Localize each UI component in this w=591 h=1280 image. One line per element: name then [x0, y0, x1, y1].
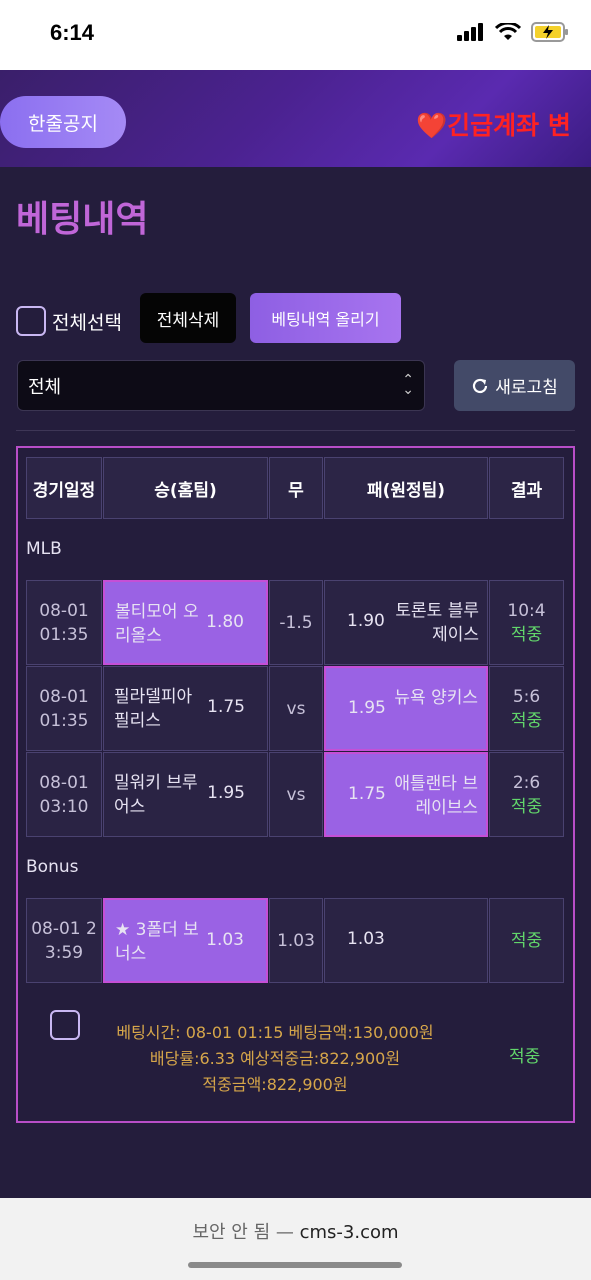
url-display[interactable]: 보안 안 됨 — cms-3.com — [0, 1218, 591, 1244]
domain-label: cms-3.com — [299, 1222, 399, 1243]
score: 2:6 — [512, 772, 541, 793]
away-odds: 1.75 — [348, 784, 386, 804]
summary-result: 적중 — [509, 1047, 541, 1067]
away-pick-cell[interactable]: 1.90 토론토 블루제이스 — [324, 580, 488, 665]
match-date: 08-01 — [39, 686, 89, 707]
status-bar: 6:14 — [0, 0, 591, 70]
away-team: 뉴욕 양키스 — [394, 688, 478, 708]
status-time: 6:14 — [50, 20, 95, 45]
home-odds: 1.95 — [207, 783, 245, 803]
match-datetime: 08-01 01:35 — [26, 666, 102, 751]
bonus-label: ★ 3폴더 보너스 — [115, 920, 199, 964]
header-schedule: 경기일정 — [26, 457, 102, 519]
away-pick-cell[interactable]: 1.75 애틀랜타 브레이브스 — [324, 752, 488, 837]
result-cell: 5:6 적중 — [489, 666, 564, 751]
draw-cell[interactable]: 1.03 — [269, 898, 323, 983]
delete-all-button[interactable]: 전체삭제 — [140, 293, 236, 343]
home-odds: 1.75 — [207, 697, 245, 717]
home-team: 필라델피아 필리스 — [114, 687, 193, 731]
notice-marquee-text: 긴급계좌 변 — [447, 111, 571, 140]
select-all-label: 전체선택 — [52, 311, 122, 334]
divider — [16, 430, 575, 431]
home-team: 볼티모어 오리올스 — [115, 602, 199, 646]
away-odds: 1.95 — [348, 698, 386, 718]
summary-line-3: 적중금액:822,900원 — [202, 1075, 348, 1094]
match-datetime: 08-01 2 3:59 — [26, 898, 102, 983]
away-team: 토론토 블루제이스 — [395, 601, 479, 645]
match-date: 08-01 — [39, 600, 89, 621]
match-datetime: 08-01 03:10 — [26, 752, 102, 837]
refresh-label: 새로고침 — [495, 378, 558, 398]
select-all-checkbox[interactable]: 전체선택 — [16, 306, 122, 336]
summary-line-2: 배당률:6.33 예상적중금:822,900원 — [149, 1049, 401, 1068]
away-team: 애틀랜타 브레이브스 — [394, 774, 478, 818]
home-indicator[interactable] — [188, 1262, 402, 1268]
match-time: 01:35 — [39, 710, 89, 731]
notice-button[interactable]: 한줄공지 — [0, 96, 126, 148]
checkbox-icon[interactable] — [16, 306, 46, 336]
result-cell: 2:6 적중 — [489, 752, 564, 837]
heart-icon: ❤️ — [416, 111, 448, 140]
refresh-button[interactable]: 새로고침 — [454, 360, 575, 411]
browser-url-bar[interactable]: 보안 안 됨 — cms-3.com — [0, 1198, 591, 1280]
score: 10:4 — [507, 600, 546, 621]
signal-icon — [457, 23, 483, 41]
upload-bets-button[interactable]: 베팅내역 올리기 — [250, 293, 401, 343]
insecure-label: 보안 안 됨 — — [192, 1222, 294, 1243]
section-label-bonus: Bonus — [26, 857, 79, 877]
draw-cell[interactable]: vs — [269, 666, 323, 751]
header-home: 승(홈팀) — [103, 457, 268, 519]
match-date: 08-01 — [39, 772, 89, 793]
result-cell: 적중 — [489, 898, 564, 983]
match-time: 03:10 — [39, 796, 89, 817]
result-status: 적중 — [510, 710, 543, 731]
home-odds: 1.80 — [206, 612, 244, 632]
header-away: 패(원정팀) — [324, 457, 488, 519]
away-odds: 1.90 — [347, 611, 385, 631]
result-cell: 10:4 적중 — [489, 580, 564, 665]
section-label-mlb: MLB — [26, 539, 62, 559]
home-pick-cell[interactable]: 필라델피아 필리스 1.75 — [103, 666, 268, 751]
battery-charging-icon — [531, 22, 568, 42]
result-status: 적중 — [510, 796, 543, 817]
home-odds: 1.03 — [206, 930, 244, 950]
home-pick-cell[interactable]: 볼티모어 오리올스 1.80 — [103, 580, 268, 665]
chevron-updown-icon: ⌃ ⌄ — [402, 372, 414, 398]
match-time: 3:59 — [44, 942, 84, 963]
home-team: 밀워키 브루어스 — [114, 773, 198, 817]
result-status: 적중 — [510, 930, 543, 951]
draw-cell[interactable]: vs — [269, 752, 323, 837]
bet-select-checkbox[interactable] — [50, 1010, 80, 1040]
filter-value: 전체 — [28, 376, 62, 398]
match-time: 01:35 — [39, 624, 89, 645]
home-pick-cell[interactable]: 밀워키 브루어스 1.95 — [103, 752, 268, 837]
status-icons — [457, 22, 569, 42]
header-result: 결과 — [489, 457, 564, 519]
score: 5:6 — [512, 686, 541, 707]
match-datetime: 08-01 01:35 — [26, 580, 102, 665]
match-date: 08-01 2 — [31, 918, 97, 939]
away-pick-cell[interactable]: 1.95 뉴욕 양키스 — [324, 666, 488, 751]
home-pick-cell[interactable]: ★ 3폴더 보너스 1.03 — [103, 898, 268, 983]
away-pick-cell[interactable]: 1.03 — [324, 898, 488, 983]
filter-select[interactable]: 전체 ⌃ ⌄ — [17, 360, 425, 411]
refresh-icon — [473, 378, 488, 393]
notice-bar: 한줄공지 ❤️긴급계좌 변 — [0, 70, 591, 167]
draw-cell[interactable]: -1.5 — [269, 580, 323, 665]
bet-summary: 베팅시간: 08-01 01:15 베팅금액:130,000원 배당률:6.33… — [90, 1020, 460, 1098]
wifi-icon — [495, 23, 521, 40]
page-title: 베팅내역 — [16, 199, 149, 240]
header-draw: 무 — [269, 457, 323, 519]
summary-line-1: 베팅시간: 08-01 01:15 베팅금액:130,000원 — [116, 1023, 434, 1042]
result-status: 적중 — [510, 624, 543, 645]
away-odds: 1.03 — [347, 929, 385, 949]
notice-marquee: ❤️긴급계좌 변 — [416, 106, 571, 142]
